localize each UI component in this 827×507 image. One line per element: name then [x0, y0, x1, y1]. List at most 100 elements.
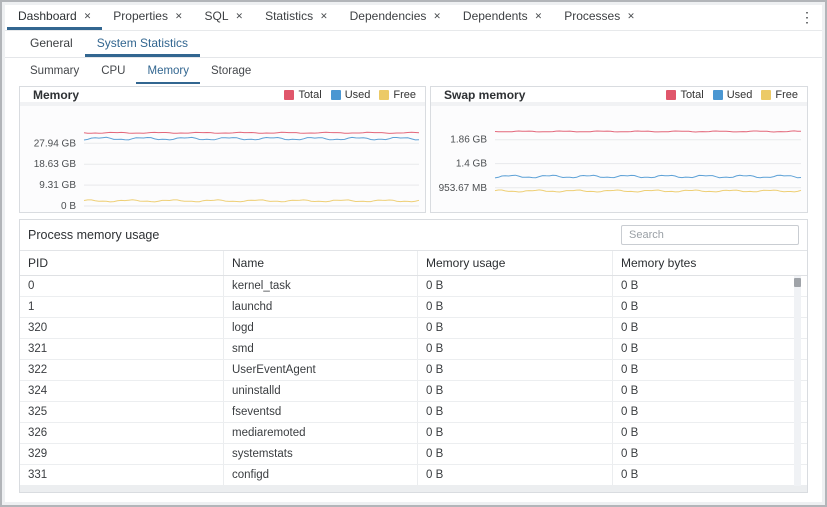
tab-close-icon[interactable]: ✕: [627, 11, 635, 21]
cell-pid: 320: [20, 318, 224, 338]
memory-chart-panel: Memory Total Used Free: [19, 86, 426, 213]
table-row[interactable]: 0 kernel_task 0 B 0 B: [20, 276, 807, 297]
tab-dashboard[interactable]: Dashboard ✕: [7, 5, 102, 30]
table-row[interactable]: 320 logd 0 B 0 B: [20, 318, 807, 339]
system-statistics-tab-bar: Summary CPU Memory Storage: [19, 58, 822, 84]
cell-usage: 0 B: [418, 339, 613, 359]
legend-item-free: Free: [379, 89, 416, 101]
tab-properties[interactable]: Properties ✕: [102, 5, 193, 30]
tab-cpu[interactable]: CPU: [90, 60, 136, 84]
tab-close-icon[interactable]: ✕: [433, 11, 441, 21]
tab-statistics[interactable]: Statistics ✕: [254, 5, 339, 30]
cell-name: UserEventAgent: [224, 360, 418, 380]
dashboard-window: Dashboard ✕ Properties ✕ SQL ✕ Statistic…: [5, 5, 822, 502]
tab-close-icon[interactable]: ✕: [320, 11, 328, 21]
column-header-pid[interactable]: PID: [20, 251, 224, 275]
column-header-memory-usage[interactable]: Memory usage: [418, 251, 613, 275]
legend-item-free: Free: [761, 89, 798, 101]
tab-sql[interactable]: SQL ✕: [194, 5, 255, 30]
subtab-label: General: [30, 36, 73, 50]
tab-dependencies[interactable]: Dependencies ✕: [339, 5, 452, 30]
legend-swatch-total: [666, 90, 676, 100]
svg-text:953.67 MB: 953.67 MB: [439, 183, 488, 194]
cell-name: logd: [224, 318, 418, 338]
stattab-label: CPU: [101, 65, 125, 77]
legend-swatch-free: [761, 90, 771, 100]
tab-label: Dependencies: [350, 9, 427, 23]
app-frame: Dashboard ✕ Properties ✕ SQL ✕ Statistic…: [0, 0, 827, 507]
swap-memory-chart-panel: Swap memory Total Used Free: [430, 86, 808, 213]
swap-memory-chart-canvas: 1.86 GB1.4 GB953.67 MB: [431, 106, 807, 212]
tab-close-icon[interactable]: ✕: [236, 11, 244, 21]
table-row[interactable]: 331 configd 0 B 0 B: [20, 465, 807, 486]
stattab-label: Storage: [211, 65, 251, 77]
legend-label: Used: [727, 89, 753, 101]
tab-label: Dashboard: [18, 9, 77, 23]
cell-name: systemstats: [224, 444, 418, 464]
tab-label: Properties: [113, 9, 168, 23]
stattab-label: Summary: [30, 65, 79, 77]
cell-usage: 0 B: [418, 276, 613, 296]
tab-label: Dependents: [463, 9, 528, 23]
cell-bytes: 0 B: [613, 402, 807, 422]
cell-pid: 331: [20, 465, 224, 485]
tab-processes[interactable]: Processes ✕: [553, 5, 646, 30]
cell-bytes: 0 B: [613, 465, 807, 485]
memory-chart-canvas: 27.94 GB18.63 GB9.31 GB0 B: [20, 106, 425, 212]
tab-label: SQL: [205, 9, 229, 23]
table-row[interactable]: 324 uninstalld 0 B 0 B: [20, 381, 807, 402]
column-header-name[interactable]: Name: [224, 251, 418, 275]
legend-label: Free: [775, 89, 798, 101]
cell-pid: 0: [20, 276, 224, 296]
swap-chart-title: Swap memory: [444, 88, 525, 102]
subtab-label: System Statistics: [97, 36, 188, 50]
cell-name: mediaremoted: [224, 423, 418, 443]
cell-name: fseventsd: [224, 402, 418, 422]
cell-pid: 1: [20, 297, 224, 317]
legend-item-used: Used: [713, 89, 753, 101]
table-row[interactable]: 329 systemstats 0 B 0 B: [20, 444, 807, 465]
cell-pid: 322: [20, 360, 224, 380]
cell-usage: 0 B: [418, 402, 613, 422]
tab-close-icon[interactable]: ✕: [84, 11, 92, 21]
tab-dependents[interactable]: Dependents ✕: [452, 5, 553, 30]
vertical-scrollbar-track[interactable]: [794, 276, 801, 486]
process-memory-usage-panel: Process memory usage PID Name Memory usa…: [19, 219, 808, 493]
legend-label: Free: [393, 89, 416, 101]
cell-usage: 0 B: [418, 318, 613, 338]
svg-text:0 B: 0 B: [61, 201, 76, 212]
table-row[interactable]: 325 fseventsd 0 B 0 B: [20, 402, 807, 423]
tab-storage[interactable]: Storage: [200, 60, 262, 84]
tab-close-icon[interactable]: ✕: [175, 11, 183, 21]
table-body: 0 kernel_task 0 B 0 B 1 launchd 0 B 0 B …: [20, 276, 807, 486]
tab-summary[interactable]: Summary: [19, 60, 90, 84]
cell-name: kernel_task: [224, 276, 418, 296]
legend-label: Used: [345, 89, 371, 101]
svg-text:27.94 GB: 27.94 GB: [34, 138, 77, 149]
kebab-menu-icon[interactable]: ⋮: [800, 9, 814, 26]
tab-close-icon[interactable]: ✕: [535, 11, 543, 21]
tab-system-statistics[interactable]: System Statistics: [85, 31, 200, 57]
cell-usage: 0 B: [418, 381, 613, 401]
horizontal-scrollbar-track[interactable]: [20, 486, 807, 492]
tab-label: Statistics: [265, 9, 313, 23]
cell-usage: 0 B: [418, 360, 613, 380]
cell-bytes: 0 B: [613, 297, 807, 317]
cell-bytes: 0 B: [613, 360, 807, 380]
cell-usage: 0 B: [418, 423, 613, 443]
table-row[interactable]: 1 launchd 0 B 0 B: [20, 297, 807, 318]
search-input[interactable]: [621, 225, 799, 245]
memory-chart-legend: Total Used Free: [284, 89, 416, 101]
column-header-memory-bytes[interactable]: Memory bytes: [613, 251, 807, 275]
tab-memory[interactable]: Memory: [136, 60, 200, 84]
tab-label: Processes: [564, 9, 620, 23]
swap-chart-legend: Total Used Free: [666, 89, 798, 101]
table-row[interactable]: 326 mediaremoted 0 B 0 B: [20, 423, 807, 444]
charts-row: Memory Total Used Free: [19, 86, 808, 213]
cell-name: configd: [224, 465, 418, 485]
legend-label: Total: [680, 89, 703, 101]
vertical-scrollbar-thumb[interactable]: [794, 278, 801, 287]
tab-general[interactable]: General: [18, 31, 85, 57]
table-row[interactable]: 322 UserEventAgent 0 B 0 B: [20, 360, 807, 381]
table-row[interactable]: 321 smd 0 B 0 B: [20, 339, 807, 360]
